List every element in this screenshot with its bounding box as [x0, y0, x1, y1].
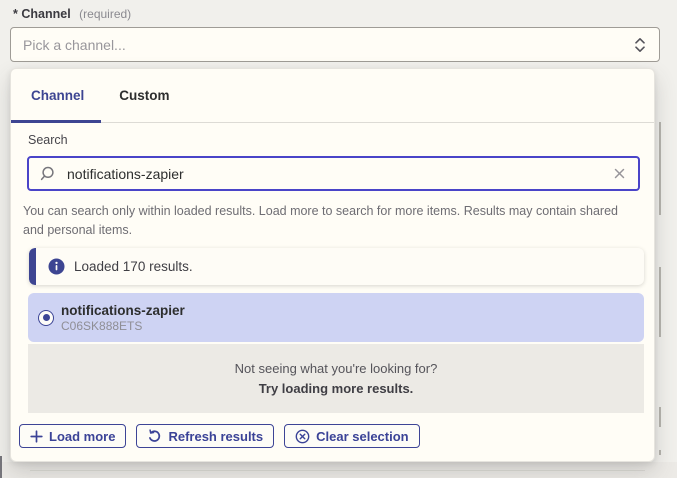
- clear-selection-button[interactable]: Clear selection: [284, 424, 420, 448]
- background-field-edge: [30, 470, 645, 471]
- plus-icon: [30, 430, 43, 443]
- channel-select[interactable]: Pick a channel...: [10, 27, 660, 62]
- field-label-text: Channel: [21, 7, 70, 21]
- tab-channel-label: Channel: [31, 88, 84, 103]
- refresh-results-button[interactable]: Refresh results: [136, 424, 274, 448]
- load-more-hint: Not seeing what you're looking for? Try …: [28, 344, 644, 413]
- hint-line-1: Not seeing what you're looking for?: [28, 359, 644, 379]
- clear-search-icon[interactable]: [611, 165, 628, 182]
- channel-option-selected[interactable]: notifications-zapier C06SK888ETS: [28, 293, 644, 342]
- background-field-edge: [659, 407, 661, 427]
- tab-bar: Channel Custom: [11, 69, 654, 123]
- field-label: * Channel (required): [13, 6, 131, 22]
- channel-dropdown-panel: Channel Custom Search You can: [10, 68, 655, 462]
- info-alert: Loaded 170 results.: [29, 248, 644, 285]
- up-down-chevrons-icon: [633, 36, 647, 54]
- background-field-edge: [659, 267, 661, 337]
- footer-actions: Load more Refresh results: [19, 424, 420, 448]
- refresh-icon: [147, 429, 162, 444]
- channel-option-title: notifications-zapier: [61, 303, 185, 318]
- load-more-button[interactable]: Load more: [19, 424, 126, 448]
- select-placeholder: Pick a channel...: [23, 37, 633, 53]
- background-container-edge: [0, 456, 2, 478]
- tab-custom-label: Custom: [119, 88, 169, 103]
- radio-selected-icon: [38, 310, 54, 326]
- background-field-edge: [659, 450, 661, 455]
- search-helper-text: You can search only within loaded result…: [23, 202, 641, 240]
- required-note: (required): [79, 7, 131, 21]
- required-asterisk: *: [13, 7, 18, 21]
- refresh-results-label: Refresh results: [168, 429, 263, 444]
- x-circle-icon: [295, 429, 310, 444]
- clear-selection-label: Clear selection: [316, 429, 409, 444]
- search-icon: [40, 166, 56, 182]
- search-input-wrapper: [27, 156, 640, 191]
- background-field-edge: [659, 122, 661, 215]
- tab-channel[interactable]: Channel: [11, 69, 101, 122]
- page: * Channel (required) Pick a channel... C…: [0, 0, 677, 478]
- search-label: Search: [28, 133, 68, 147]
- tab-custom[interactable]: Custom: [101, 69, 185, 122]
- search-input[interactable]: [65, 165, 611, 183]
- hint-line-2: Try loading more results.: [28, 379, 644, 399]
- channel-option-id: C06SK888ETS: [61, 319, 185, 333]
- info-icon: [48, 258, 65, 275]
- alert-text: Loaded 170 results.: [74, 259, 193, 274]
- load-more-label: Load more: [49, 429, 115, 444]
- alert-accent-bar: [29, 248, 36, 285]
